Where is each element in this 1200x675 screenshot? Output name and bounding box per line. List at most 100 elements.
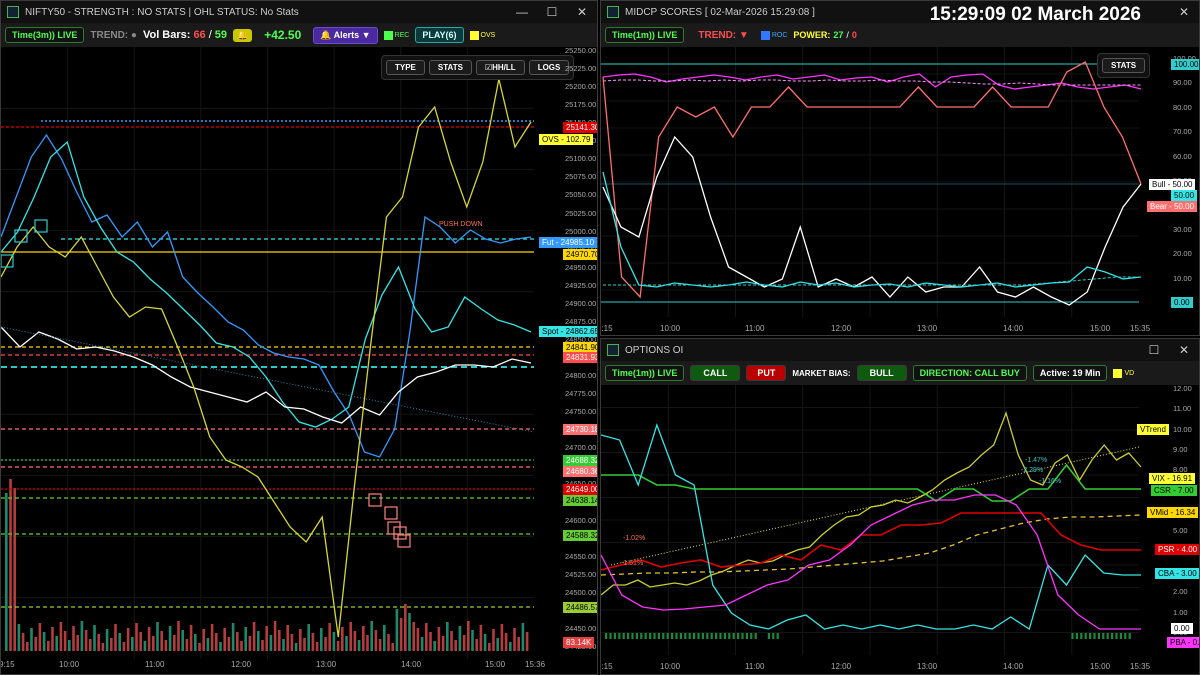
volume-bar	[152, 636, 155, 651]
chart-toolbar: TYPE STATS ☑HH/LL LOGS	[381, 55, 575, 80]
hhll-toggle[interactable]: ☑HH/LL	[475, 60, 525, 75]
time-live-button[interactable]: Time(3m)) LIVE	[5, 27, 85, 43]
y-tick-label: 5.00	[1173, 526, 1188, 536]
stats-button[interactable]: STATS	[1102, 58, 1146, 73]
vd-checkbox[interactable]	[1113, 368, 1123, 378]
minimize-button[interactable]: —	[507, 1, 537, 23]
close-button[interactable]: ✕	[1169, 1, 1199, 23]
volume-bar	[101, 643, 105, 651]
volume-tick	[631, 633, 634, 639]
volume-bar	[496, 638, 499, 651]
trend-indicator: TREND: ▼	[698, 29, 749, 41]
vix-series	[601, 410, 1142, 596]
volume-bar	[433, 641, 436, 651]
x-tick-label: 14:00	[1003, 324, 1024, 333]
volume-tick	[693, 633, 696, 639]
clock: 15:29:09 02 March 2026	[929, 4, 1141, 25]
maximize-button[interactable]: ☐	[537, 1, 567, 23]
y-tick-label: 10.00	[1173, 273, 1192, 283]
volume-bar	[492, 629, 495, 651]
close-button[interactable]: ✕	[1169, 339, 1199, 361]
app-icon	[607, 6, 619, 18]
volume-bar	[420, 637, 424, 651]
volume-bar	[26, 642, 29, 651]
x-tick-label: 10:00	[59, 660, 80, 669]
ovs-label: OVS	[480, 31, 496, 39]
bell-icon[interactable]: 🔔	[233, 28, 253, 42]
volume-bar	[265, 626, 268, 651]
volume-bar	[38, 623, 42, 651]
vix-value-label: VIX - 16.91	[1149, 473, 1196, 484]
volume-bar	[517, 637, 520, 651]
volume-bar	[177, 621, 180, 651]
change-value: +42.50	[264, 28, 302, 42]
oi-chart[interactable]: -1.47% -2.29% -1.16% -1.02% -1.61% 12.00 11.0…	[601, 384, 1199, 674]
volume-bar	[248, 636, 252, 651]
maximize-button[interactable]: ☐	[1139, 339, 1169, 361]
alerts-dropdown[interactable]: 🔔 Alerts ▼	[313, 26, 378, 44]
volume-bar	[72, 626, 75, 651]
level-value-label: 24831.93	[563, 352, 597, 363]
volume-bar	[479, 625, 483, 651]
volume-tick	[649, 633, 652, 639]
midcp-titlebar[interactable]: MIDCP SCORES [ 02-Mar-2026 15:29:08 ] 15…	[601, 1, 1199, 25]
play-button[interactable]: PLAY(6)	[415, 27, 464, 43]
volume-tick	[1084, 633, 1087, 639]
volume-bar	[383, 625, 386, 651]
vol-bars-label: Vol Bars:	[142, 29, 191, 41]
stats-button[interactable]: STATS	[428, 60, 472, 75]
volume-bar	[110, 638, 113, 651]
logs-button[interactable]: LOGS	[528, 60, 570, 75]
volume-tick	[627, 633, 630, 639]
oi-toolbar: Time(1m)) LIVE CALL PUT MARKET BIAS: BUL…	[601, 361, 1199, 385]
volume-tick	[688, 633, 691, 639]
volume-bar	[210, 624, 214, 651]
volume-bar	[126, 628, 130, 651]
nifty-titlebar[interactable]: NIFTY50 - STRENGTH : NO STATS | OHL STAT…	[1, 1, 597, 23]
time-live-button[interactable]: Time(1m)) LIVE	[605, 365, 685, 381]
volume-tick	[1080, 633, 1083, 639]
rec-label: REC	[394, 31, 410, 39]
volume-bar	[257, 631, 260, 651]
roc-checkbox[interactable]	[760, 30, 770, 40]
y-tick-label: 25075.00	[565, 172, 597, 182]
rec-checkbox[interactable]	[383, 30, 393, 40]
volume-bar	[55, 636, 58, 651]
volume-bar	[5, 493, 8, 651]
volume-bar	[202, 629, 205, 651]
oi-titlebar[interactable]: OPTIONS OI ☐ ✕	[601, 339, 1199, 361]
type-button[interactable]: TYPE	[386, 60, 425, 75]
level-value-label: 25141.30	[563, 122, 597, 133]
put-button[interactable]: PUT	[746, 365, 787, 381]
y-tick-label: 24450.00	[565, 623, 597, 633]
volume-bar	[353, 631, 357, 651]
volume-tick	[635, 633, 638, 639]
x-tick-label: 9:15	[601, 662, 613, 671]
volume-bar	[80, 621, 84, 651]
y-tick-label: 24500.00	[565, 587, 597, 597]
close-button[interactable]: ✕	[567, 1, 597, 23]
nifty-chart[interactable]: PUSH DOWN TYPE STATS ☑HH/LL LOGS 25250.0…	[1, 46, 597, 674]
midcp-stats-bar: STATS	[1097, 53, 1151, 78]
time-live-button[interactable]: Time(1m)) LIVE	[605, 27, 685, 43]
nifty-toolbar: Time(3m)) LIVE TREND: ● Vol Bars: 66 / 5…	[1, 23, 597, 47]
volume-tick	[1111, 633, 1114, 639]
level-value-label: 0.00	[1171, 297, 1193, 308]
volume-tick	[701, 633, 704, 639]
volume-bar	[198, 643, 201, 651]
volume-bar	[399, 618, 403, 651]
volume-bar	[13, 488, 16, 651]
volume-tick	[662, 633, 665, 639]
volume-bar	[374, 630, 378, 651]
volume-bar	[458, 626, 462, 651]
ovs-checkbox[interactable]	[469, 30, 479, 40]
volume-bar	[164, 640, 168, 651]
cba-series	[601, 422, 1141, 631]
volume-bar	[525, 632, 529, 651]
csr-value-label: CSR - 7.00	[1151, 485, 1197, 496]
volume-tick	[741, 633, 744, 639]
midcp-chart[interactable]: STATS 100.0090.0080.0070.0060.0050.0040.…	[601, 47, 1199, 335]
magenta-series	[602, 73, 1142, 90]
call-button[interactable]: CALL	[690, 365, 741, 381]
volume-bar	[42, 632, 46, 651]
